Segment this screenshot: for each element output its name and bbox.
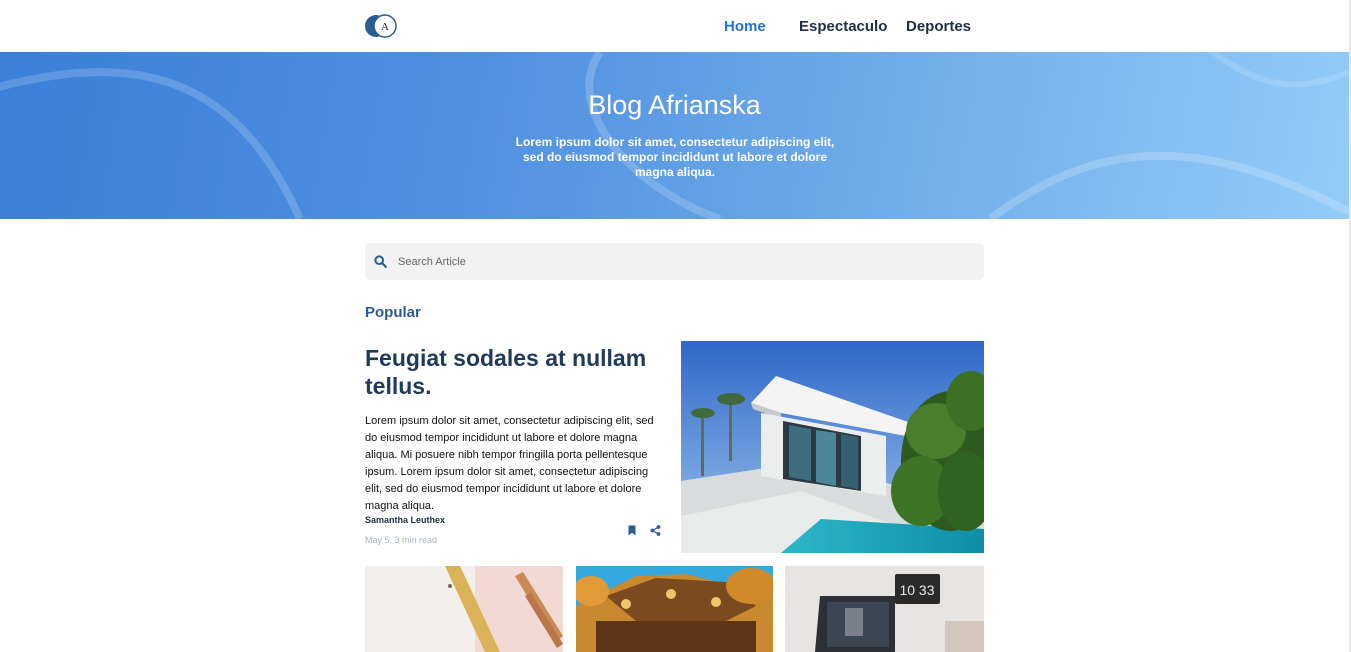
featured-article-excerpt: Lorem ipsum dolor sit amet, consectetur …: [365, 415, 654, 512]
nav-deportes[interactable]: Deportes: [906, 18, 971, 35]
search-input[interactable]: [398, 243, 968, 280]
share-icon[interactable]: [650, 525, 661, 536]
hero-subtitle: Lorem ipsum dolor sit amet, consectetur …: [515, 135, 835, 179]
bookmark-icon[interactable]: [627, 525, 637, 536]
search-icon: [374, 255, 387, 268]
logo-icon: A: [365, 14, 397, 38]
search-bar[interactable]: [365, 243, 984, 280]
nav-espectaculo[interactable]: Espectaculo: [799, 18, 887, 35]
logo-letter: A: [381, 21, 389, 33]
hero-banner: Blog Afrianska Lorem ipsum dolor sit ame…: [0, 52, 1349, 219]
featured-article-title[interactable]: Feugiat sodales at nullam tellus.: [365, 344, 665, 400]
article-thumbnail-laptop[interactable]: 10 33: [785, 566, 984, 652]
article-thumbnail-carousel[interactable]: [576, 566, 773, 652]
logo[interactable]: A: [364, 14, 398, 38]
featured-article-meta: May 5, 3 min read: [365, 535, 438, 545]
top-navbar: A Home Espectaculo Deportes: [0, 0, 1351, 52]
featured-article-author: Samantha Leuthex: [365, 515, 446, 525]
hero-title: Blog Afrianska: [588, 90, 761, 120]
featured-article-image[interactable]: [681, 341, 984, 553]
nav-home[interactable]: Home: [724, 18, 766, 35]
popular-heading: Popular: [365, 304, 421, 321]
article-thumbnail-stationery[interactable]: [365, 566, 563, 652]
svg-text:10 33: 10 33: [899, 582, 934, 598]
